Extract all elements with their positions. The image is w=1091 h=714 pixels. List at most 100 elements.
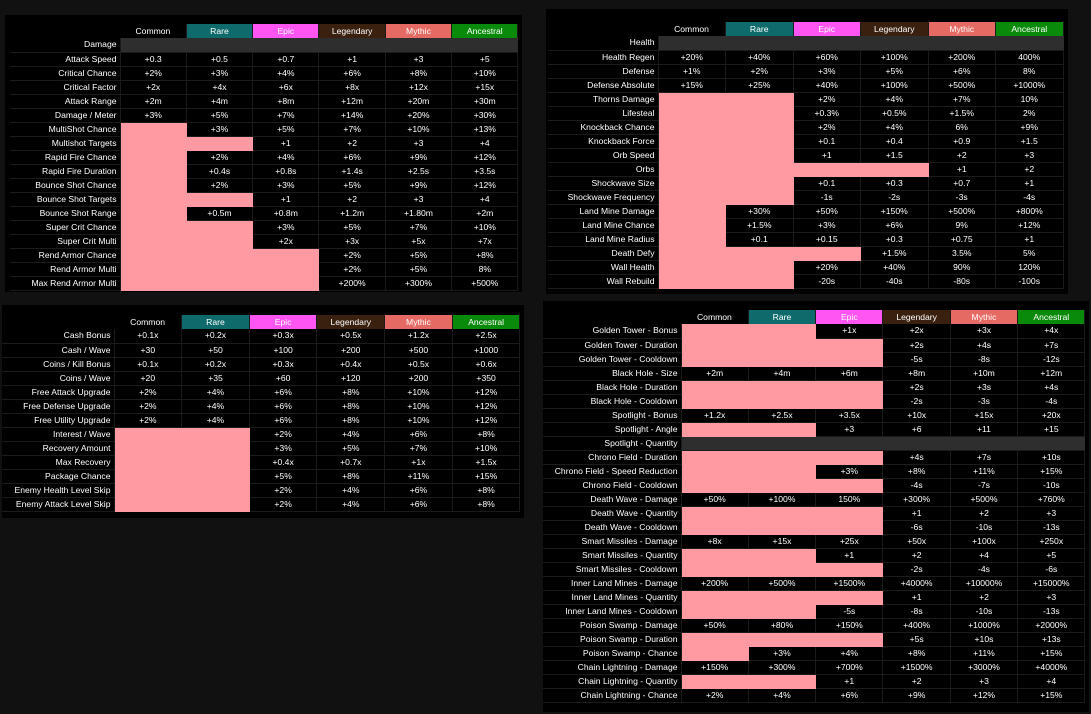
stat-row: Attack Range +2m +4m +8m +12m +20m +30m (10, 94, 519, 109)
value-cell-mythic: +6% (928, 64, 996, 79)
stat-label: Bounce Shot Targets (10, 192, 121, 207)
value-cell-mythic: +10% (385, 122, 453, 137)
value-cell-ancestral: +12% (452, 413, 521, 428)
tier-header-legendary: Legendary (316, 315, 386, 329)
value-cell-ancestral: +1 (995, 176, 1064, 191)
locked-cell (186, 262, 254, 277)
locked-cell (681, 464, 749, 479)
stat-label: Critical Factor (10, 80, 121, 95)
tier-header-row: Common Rare Epic Legendary Mythic Ancestral (548, 22, 1064, 36)
value-cell-ancestral: +4 (451, 136, 519, 151)
value-cell-epic: +0.8s (252, 164, 320, 179)
value-cell-ancestral: +2000% (1017, 618, 1086, 633)
value-cell-rare: +2% (186, 178, 254, 193)
locked-cell (181, 483, 250, 498)
locked-cell (815, 520, 884, 535)
value-cell-epic: +3 (815, 422, 884, 437)
value-cell-legendary: +14% (318, 108, 386, 123)
value-cell-rare: +0.2x (181, 329, 250, 344)
value-cell-ancestral: -4s (995, 190, 1064, 205)
value-cell-ancestral: +12% (995, 218, 1064, 233)
value-cell-ancestral: 8% (995, 64, 1064, 79)
tier-header-mythic: Mythic (385, 24, 453, 38)
stat-label: Inner Land Mines - Quantity (543, 590, 682, 605)
value-cell-legendary: +4% (860, 120, 929, 135)
tier-header-row: Common Rare Epic Legendary Mythic Ancestral (10, 24, 519, 38)
locked-cell (815, 394, 884, 409)
locked-cell (815, 352, 884, 367)
value-cell-mythic: +12% (950, 688, 1019, 703)
value-cell-ancestral: +15% (1017, 464, 1086, 479)
value-cell-rare: +4% (181, 413, 250, 428)
stat-row: Black Hole - Size +2m +4m +6m +8m +10m +12m (543, 366, 1086, 381)
locked-cell (120, 248, 187, 263)
stat-label: Smart Missiles - Cooldown (543, 562, 682, 577)
stat-row: Inner Land Mines - Damage +200% +500% +1500… (543, 576, 1086, 591)
stat-row: Chain Lightning - Quantity +1 +2 +3 +4 (543, 674, 1086, 689)
stat-row: Land Mine Radius +0.1 +0.15 +0.3 +0.75 +1 (548, 232, 1064, 247)
value-cell-rare: +100% (748, 492, 817, 507)
stat-row: Chrono Field - Cooldown -4s -7s -10s (543, 478, 1086, 493)
value-cell-mythic: -10s (950, 604, 1019, 619)
value-cell-epic: +1x (815, 324, 884, 339)
header-corner (2, 315, 114, 329)
value-cell-rare: +40% (725, 50, 794, 65)
stat-label: MultiShot Chance (10, 122, 121, 137)
stat-label: Inner Land Mines - Damage (543, 576, 682, 591)
section-fill-cell (860, 36, 929, 51)
value-cell-legendary: +4% (316, 427, 386, 442)
value-cell-epic: +2% (793, 92, 861, 107)
stat-label: Orbs (548, 162, 659, 177)
value-cell-ancestral: 2% (995, 106, 1064, 121)
tier-header-legendary: Legendary (318, 24, 386, 38)
value-cell-rare: +25% (725, 78, 794, 93)
value-cell-mythic: +500% (950, 492, 1019, 507)
value-cell-common: +30 (114, 343, 183, 358)
value-cell-epic: +20% (793, 260, 861, 275)
value-cell-legendary: +5% (860, 64, 929, 79)
value-cell-epic: +40% (793, 78, 861, 93)
value-cell-rare: +0.1 (725, 232, 794, 247)
value-cell-epic: +2% (249, 427, 318, 442)
tier-header-mythic: Mythic (928, 22, 996, 36)
ultimate-table-panel: Common Rare Epic Legendary Mythic Ancestral Go… (543, 301, 1089, 712)
stat-row: Orb Speed +1 +1.5 +2 +3 (548, 148, 1064, 163)
section-label: Damage (10, 38, 121, 53)
locked-cell (681, 394, 749, 409)
value-cell-epic: +4% (252, 66, 320, 81)
section-row: Spotlight - Quantity (543, 436, 1086, 451)
value-cell-legendary: +2s (882, 338, 951, 353)
stat-label: Inner Land Mines - Cooldown (543, 604, 682, 619)
value-cell-legendary: +0.5% (860, 106, 929, 121)
value-cell-rare: +4m (748, 366, 817, 381)
stat-row: Spotlight - Angle +3 +6 +11 +15 (543, 422, 1086, 437)
value-cell-epic: +3% (252, 178, 320, 193)
value-cell-rare: +2.5x (748, 408, 817, 423)
value-cell-mythic: +500 (384, 343, 453, 358)
section-fill-cell (748, 436, 817, 451)
value-cell-legendary: +6% (860, 218, 929, 233)
locked-cell (748, 338, 817, 353)
locked-cell (181, 497, 250, 512)
locked-cell (658, 134, 726, 149)
stat-label: Black Hole - Size (543, 366, 682, 381)
value-cell-ancestral: +15% (1017, 646, 1086, 661)
value-cell-mythic: +300% (385, 276, 453, 291)
stat-row: Bounce Shot Targets +1 +2 +3 +4 (10, 192, 519, 207)
value-cell-ancestral: -13s (1017, 520, 1086, 535)
locked-cell (815, 380, 884, 395)
value-cell-ancestral: 10% (995, 92, 1064, 107)
stat-row: Poison Swamp - Chance +3% +4% +8% +11% +15% (543, 646, 1086, 661)
stat-row: Land Mine Chance +1.5% +3% +6% 9% +12% (548, 218, 1064, 233)
value-cell-legendary: +8% (316, 385, 386, 400)
value-cell-legendary: +8% (316, 413, 386, 428)
stat-label: Land Mine Radius (548, 232, 659, 247)
locked-cell (681, 380, 749, 395)
value-cell-mythic: +3 (385, 136, 453, 151)
locked-cell (725, 260, 794, 275)
stat-label: Chrono Field - Cooldown (543, 478, 682, 493)
stat-row: Land Mine Damage +30% +50% +150% +500% +800% (548, 204, 1064, 219)
value-cell-ancestral: +12% (451, 178, 519, 193)
value-cell-epic: +6% (249, 413, 318, 428)
locked-cell (748, 520, 817, 535)
